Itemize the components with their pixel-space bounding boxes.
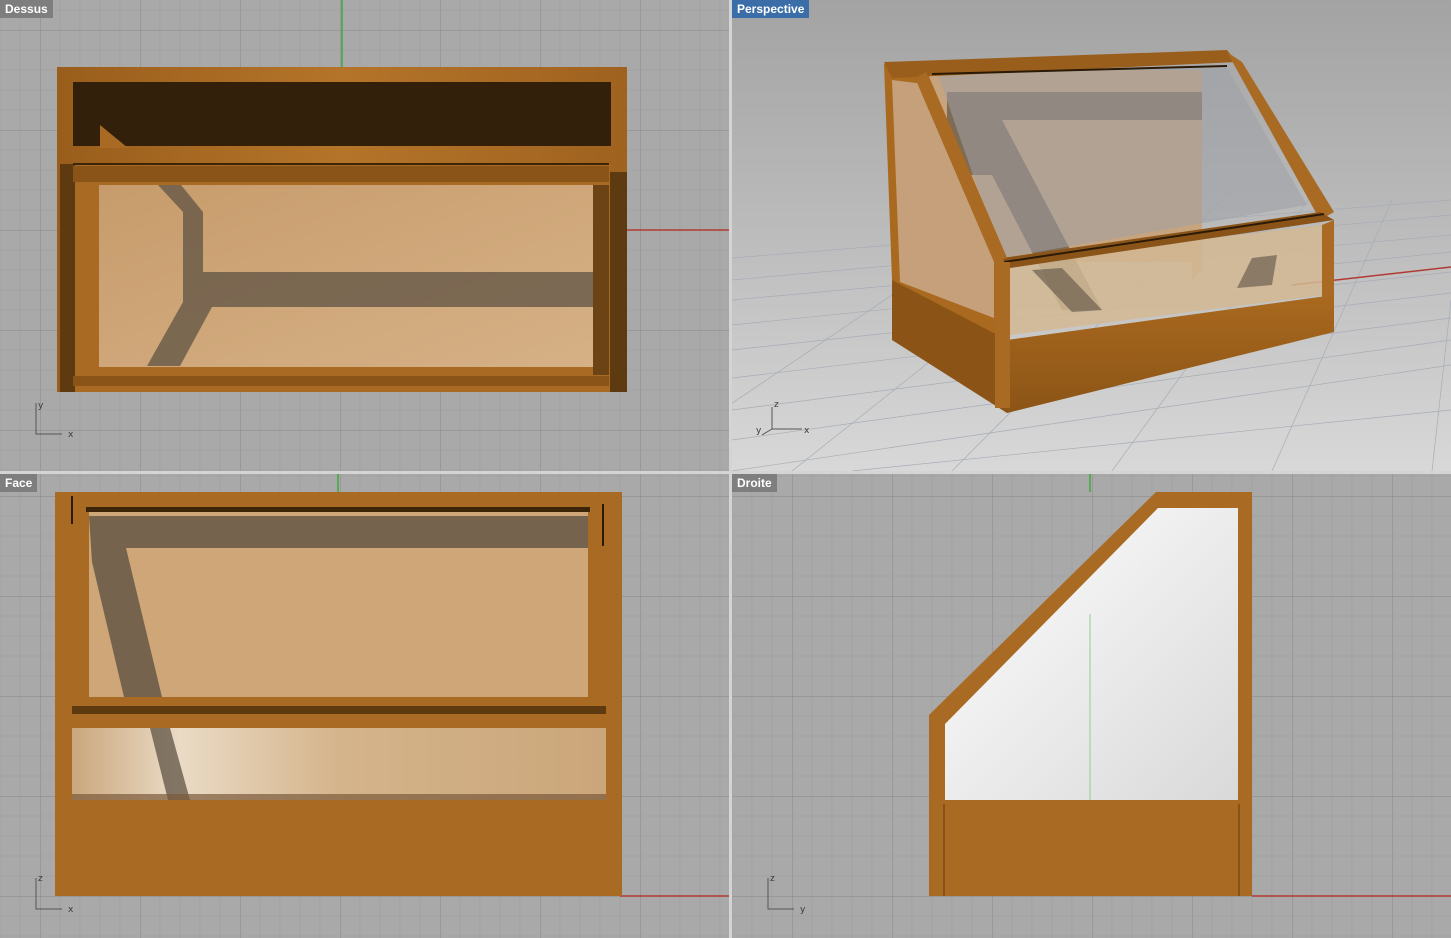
svg-text:x: x	[68, 430, 74, 440]
display-case-top[interactable]	[57, 67, 627, 392]
viewport-label-top[interactable]: Dessus	[0, 0, 53, 18]
perspective-scene	[732, 0, 1451, 471]
viewport-front[interactable]: Face z x	[0, 474, 729, 938]
front-view-scene	[0, 474, 729, 938]
viewport-top[interactable]: Dessus y x	[0, 0, 729, 471]
svg-text:y: y	[756, 426, 762, 436]
svg-text:z: z	[774, 400, 779, 410]
rhino-4-viewport-layout: Dessus y x Perspective z y x Face z x Dr…	[0, 0, 1451, 938]
svg-text:y: y	[38, 401, 44, 411]
svg-text:z: z	[38, 874, 43, 884]
viewport-right[interactable]: Droite z y	[732, 474, 1451, 938]
axis-triad-icon: z y x	[756, 400, 810, 436]
viewport-perspective[interactable]: Perspective z y x	[732, 0, 1451, 471]
axis-triad-icon: z y	[767, 874, 806, 915]
svg-text:y: y	[800, 905, 806, 915]
viewport-label-right[interactable]: Droite	[732, 474, 777, 492]
svg-text:x: x	[68, 905, 74, 915]
right-view-scene	[732, 474, 1451, 938]
axis-triad-icon: z x	[35, 874, 74, 915]
viewport-label-front[interactable]: Face	[0, 474, 38, 492]
display-case-front[interactable]	[55, 492, 622, 896]
viewport-label-perspective[interactable]: Perspective	[732, 0, 810, 18]
svg-text:x: x	[804, 426, 810, 436]
top-view-scene	[0, 0, 729, 471]
svg-text:z: z	[770, 874, 775, 884]
axis-triad-icon: y x	[35, 401, 74, 440]
